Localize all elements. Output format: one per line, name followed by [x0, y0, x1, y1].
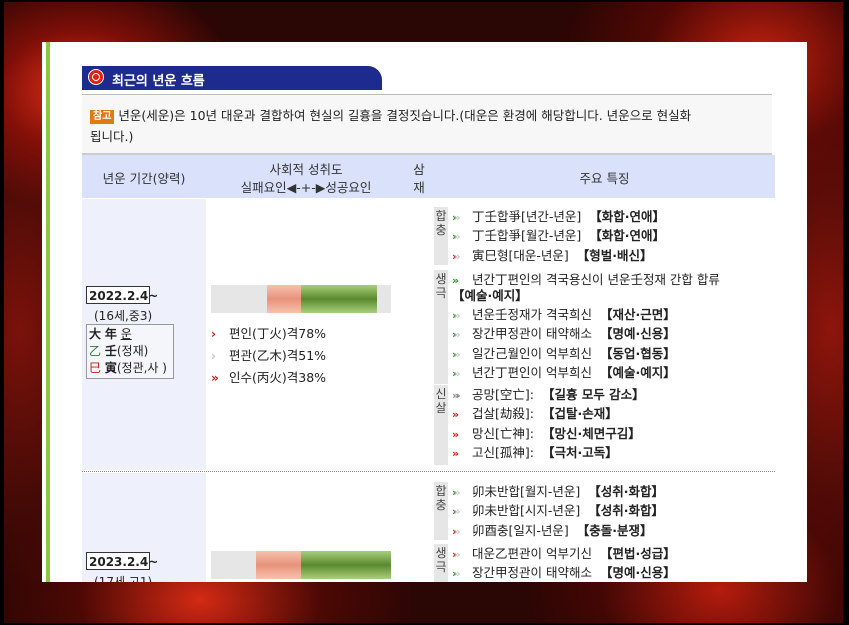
list-item: ›» 년간丁편인이 억부희신 【예술·예지】 — [452, 363, 774, 382]
frame-right — [843, 0, 849, 625]
year-2022-sinsal: 신살 »› 공망[空亡]: 【길흉 모두 감소】 » 겁살[劫殺]: 【겁탈·손재】 »… — [434, 385, 774, 465]
double-chevron-right-icon: » — [211, 371, 219, 385]
group-label: 생극 — [434, 270, 448, 384]
double-chevron-right-icon: » — [452, 446, 459, 460]
year-2022-record-2: › 편관(乙木)격51% — [211, 348, 327, 363]
header-samjae-2: 재 — [413, 180, 425, 195]
header-success-title: 사회적 성취도 — [269, 162, 343, 177]
year-2022-saenggeuk: 생극 » 년간丁편인의 격국용신이 년운壬정재 간합 합류 【예술·예지】 ›» 년운… — [434, 270, 774, 384]
ganzhi-row: 乙 壬(정재) — [89, 344, 149, 358]
list-item: ›» 장간甲정관이 태약해소 【명예·신용】 — [452, 324, 774, 343]
list-item: ›» 대운乙편관이 억부기신 【편법·성급】 — [452, 544, 774, 563]
chevron-right-icon: ›» — [452, 249, 461, 263]
frame-top — [0, 0, 849, 2]
chevron-right-icon: ›» — [452, 548, 461, 561]
list-item: ›» 寅巳형[대운-년운] 【형벌·배신】 — [452, 246, 774, 265]
year-2022-age: (16세,중3) — [94, 309, 153, 323]
bar-success-segment — [301, 285, 377, 313]
double-chevron-right-icon: » — [452, 408, 459, 422]
triple-chevron-right-icon: »› — [452, 389, 460, 402]
header-features: 주요 특징 — [579, 171, 630, 186]
chevron-right-icon: ›» — [452, 486, 461, 499]
list-item: ›» 卯未반합[시지-년운] 【성취·화합】 — [452, 501, 774, 520]
year-2022-date: 2022.2.4~ — [86, 286, 158, 304]
year-2022-record-3: » 인수(丙火)격38% — [211, 370, 327, 385]
chevron-right-icon: ›» — [452, 567, 461, 581]
note-box: 참고 년운(세운)은 10년 대운과 결합하여 현실의 길흉을 결정짓습니다.(대… — [82, 94, 772, 155]
group-label: 신살 — [434, 385, 448, 465]
double-chevron-right-icon: » — [452, 427, 459, 441]
double-chevron-right-icon: » — [452, 274, 459, 287]
section-title-bar: 최근의 년운 흐름 — [82, 66, 382, 90]
content-panel: 최근의 년운 흐름 참고 년운(세운)은 10년 대운과 결합하여 현실의 길흉을… — [42, 42, 807, 582]
chevron-right-icon: ›» — [452, 309, 461, 322]
header-period: 년운 기간(양력) — [102, 171, 186, 186]
chevron-right-icon: ›» — [452, 366, 461, 380]
list-item: »› 공망[空亡]: 【길흉 모두 감소】 — [452, 385, 774, 404]
list-item: ›» 丁壬합爭[년간-년운] 【화합·연애】 — [452, 207, 774, 226]
list-item: ›» 일간己월인이 억부희신 【동업·협동】 — [452, 344, 774, 363]
chevron-right-icon: › — [211, 349, 216, 363]
list-item: » 년간丁편인의 격국용신이 년운壬정재 간합 합류 【예술·예지】 — [452, 272, 720, 303]
list-item: » 망신[亡神]: 【망신·체면구김】 — [452, 424, 774, 443]
note-tag: 참고 — [90, 110, 115, 124]
year-2023-hapchung: 합충 ›» 卯未반합[월지-년운] 【성취·화합】 ›» 卯未반합[시지-년운] 【성취… — [434, 482, 774, 540]
year-2023-saenggeuk: 생극 ›» 대운乙편관이 억부기신 【편법·성급】 ›» 장간甲정관이 태약해소 【명예… — [434, 544, 774, 582]
year-2022-ganzhi: 大 年 운 乙 壬(정재) 巳 寅(정관,사 ) — [86, 324, 174, 379]
chevron-right-icon: ›» — [452, 328, 461, 342]
list-item: » 겁살[劫殺]: 【겁탈·손재】 — [452, 404, 774, 423]
frame-left — [0, 0, 4, 625]
ganzhi-row: 巳 寅(정관,사 ) — [89, 361, 167, 375]
left-accent-bar — [46, 42, 50, 582]
chevron-right-icon: ›» — [452, 211, 461, 224]
list-item: » 고신[孤神]: 【극처·고독】 — [452, 443, 774, 462]
row-divider — [82, 471, 775, 472]
note-line-1: 년운(세운)은 10년 대운과 결합하여 현실의 길흉을 결정짓습니다.(대운은… — [118, 108, 692, 123]
year-2022-success-bar — [211, 285, 391, 313]
target-icon — [88, 69, 104, 85]
list-item: ›» 년운壬정재가 격국희신 【재산·근면】 — [452, 305, 774, 324]
year-2022-record-1: › 편인(丁火)격78% — [211, 326, 327, 341]
list-item: ›» 卯酉충[일지-년운] 【충돌·분쟁】 — [452, 521, 774, 540]
group-label: 생극 — [434, 544, 448, 582]
year-2023-age: (17세,고1) — [94, 575, 153, 582]
chevron-right-icon: ›» — [452, 524, 461, 538]
bar-failure-segment — [256, 551, 301, 579]
note-line-2: 됩니다.) — [90, 129, 134, 144]
table-header: 년운 기간(양력) 사회적 성취도 실패요인◀-+-▶성공요인 삼 재 주요 특… — [82, 155, 775, 198]
year-2023-success-bar — [211, 551, 391, 579]
year-2022-hapchung: 합충 ›» 丁壬합爭[년간-년운] 【화합·연애】 ›» 丁壬합爭[월간-년운] 【화합… — [434, 207, 774, 265]
bar-success-segment — [301, 551, 391, 579]
chevron-right-icon: ›» — [452, 230, 461, 244]
list-item: ›» 장간甲정관이 태약해소 【명예·신용】 — [452, 563, 774, 582]
ganzhi-row: 大 年 운 — [89, 327, 132, 341]
list-item: ›» 卯未반합[월지-년운] 【성취·화합】 — [452, 482, 774, 501]
group-label: 합충 — [434, 482, 448, 540]
section-title: 최근의 년운 흐름 — [112, 74, 205, 89]
bar-failure-segment — [267, 285, 301, 313]
chevron-right-icon: ›» — [452, 347, 461, 361]
header-success-axis: 실패요인◀-+-▶성공요인 — [240, 180, 372, 195]
chevron-right-icon: ›» — [452, 505, 461, 519]
header-samjae-1: 삼 — [413, 162, 425, 177]
year-2023-date: 2023.2.4~ — [86, 552, 158, 570]
chevron-right-icon: › — [211, 327, 216, 341]
list-item: ›» 丁壬합爭[월간-년운] 【화합·연애】 — [452, 226, 774, 245]
group-label: 합충 — [434, 207, 448, 265]
